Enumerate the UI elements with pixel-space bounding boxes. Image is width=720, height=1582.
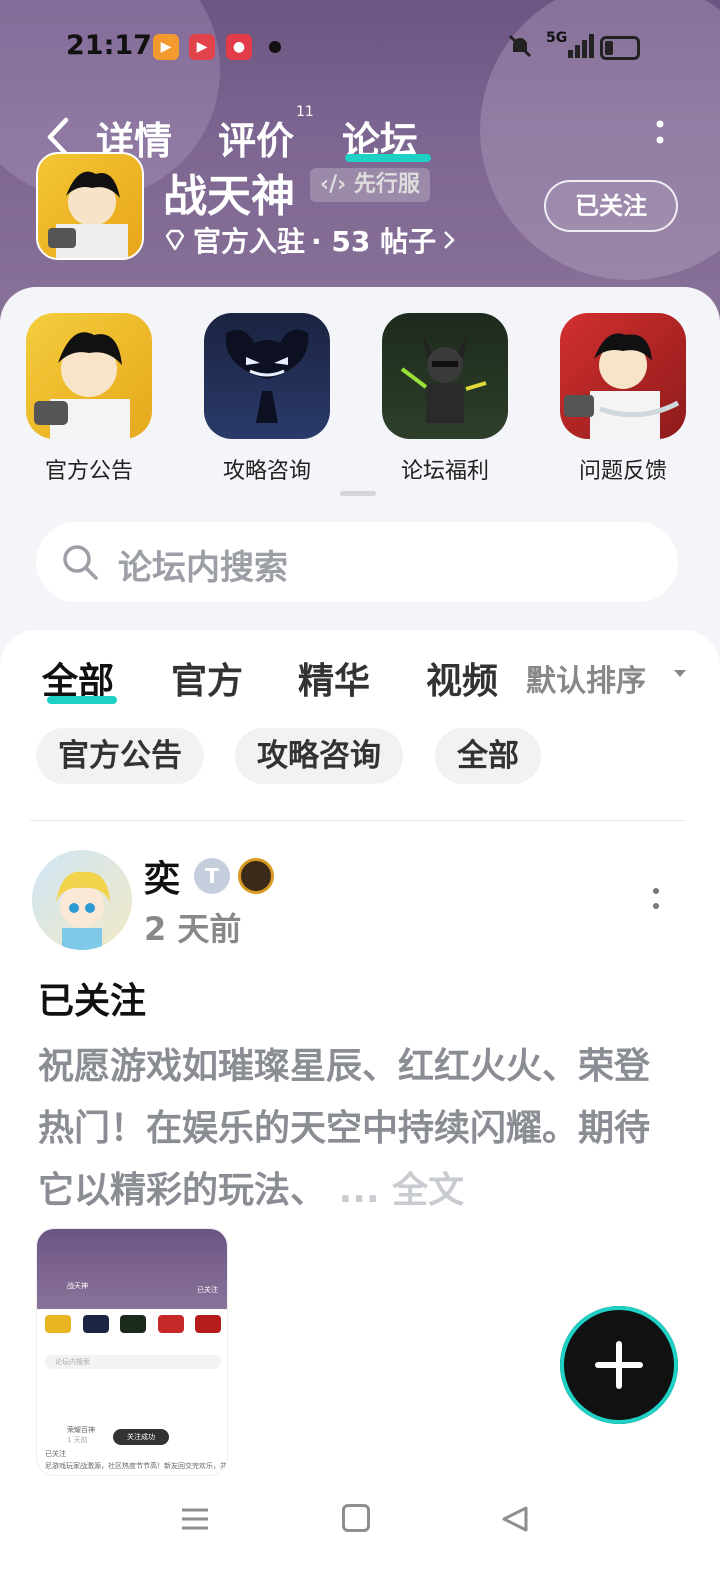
gamepad-badge-icon: [238, 858, 274, 894]
game-icon: [36, 152, 144, 260]
post-image-thumbnail[interactable]: 战天神 已关注 论坛内搜索 荣耀百神 1 天前 关注成功 已关注 尼游戏玩家战激…: [36, 1228, 228, 1476]
system-navigation-bar: [0, 1480, 720, 1582]
more-options-icon[interactable]: [654, 118, 666, 150]
shadow-demon-icon: [204, 313, 330, 439]
sort-dropdown[interactable]: 默认排序: [526, 656, 646, 700]
thumbnail-shortcuts: [45, 1315, 221, 1333]
post-author[interactable]: 奕: [144, 850, 180, 902]
status-bar: 21:17 ▶ ▶ ● 5G: [0, 26, 720, 70]
code-icon: ‹/›: [320, 172, 347, 197]
page-indicator: [340, 491, 376, 496]
official-label: 官方入驻: [193, 225, 306, 258]
forum-search-input[interactable]: 论坛内搜索: [36, 522, 678, 602]
shortcut-strategy-consult[interactable]: 攻略咨询: [204, 313, 330, 485]
back-triangle-icon[interactable]: [500, 1504, 530, 1534]
feed-tab-video[interactable]: 视频: [426, 652, 498, 704]
caret-down-icon: [674, 670, 686, 677]
search-placeholder: 论坛内搜索: [118, 548, 288, 588]
shortcut-official-announcement[interactable]: 官方公告: [26, 313, 152, 485]
thumbnail-header: [37, 1229, 227, 1309]
divider: [30, 820, 686, 821]
post-body[interactable]: 祝愿游戏如璀璨星辰、红红火火、荣登热门！在娱乐的天空中持续闪耀。期待它以精彩的玩…: [38, 1036, 678, 1222]
avatar[interactable]: [32, 850, 132, 950]
read-full-link[interactable]: 全文: [392, 1170, 464, 1211]
posts-count: · 53 帖子: [311, 225, 437, 258]
feedback-character-icon: [560, 313, 686, 439]
announcement-character-icon: [26, 313, 152, 439]
create-post-button[interactable]: [560, 1306, 678, 1424]
toast: 关注成功: [113, 1429, 169, 1445]
official-info-row[interactable]: 官方入驻 · 53 帖子: [163, 220, 456, 260]
video-app-icon: ▶: [189, 34, 215, 60]
active-tab-indicator: [345, 154, 431, 162]
post-more-icon[interactable]: [651, 886, 661, 912]
filter-chip-strategy-consult[interactable]: 攻略咨询: [235, 728, 403, 784]
feed-tab-indicator: [47, 696, 117, 704]
recent-apps-icon[interactable]: [180, 1504, 210, 1534]
feed-tab-official[interactable]: 官方: [171, 652, 243, 704]
filter-chip-all[interactable]: 全部: [435, 728, 541, 784]
plus-icon: [595, 1341, 643, 1389]
forum-feed: 全部 官方 精华 视频 默认排序 官方公告 攻略咨询 全部 奕 T 2 天前 已…: [0, 630, 720, 1582]
bilibili-app-icon: ▶: [153, 34, 179, 60]
ninja-character-icon: [382, 313, 508, 439]
preview-server-tag: ‹/› 先行服: [310, 168, 430, 202]
shortcut-issue-feedback[interactable]: 问题反馈: [560, 313, 686, 485]
level-badge: T: [194, 858, 230, 894]
status-time: 21:17: [66, 30, 152, 61]
feed-tab-featured[interactable]: 精华: [298, 652, 370, 704]
battery-icon: [600, 36, 640, 60]
post-ellipsis: ...: [338, 1170, 380, 1211]
shortcut-forum-benefits[interactable]: 论坛福利: [382, 313, 508, 485]
signal-icon: [568, 34, 594, 58]
reviews-count-badge: 11: [296, 104, 314, 120]
chevron-right-icon: [444, 231, 455, 249]
game-name: 战天神: [163, 171, 295, 222]
post-time: 2 天前: [144, 910, 242, 948]
forum-header: 21:17 ▶ ▶ ● 5G 详情 评价 11 论坛 战天神 ‹/› 先行服 官…: [0, 0, 720, 330]
home-icon[interactable]: [342, 1504, 370, 1532]
mute-icon: [508, 34, 532, 58]
kuaishou-app-icon: ●: [226, 34, 252, 60]
filter-chip-official-announcement[interactable]: 官方公告: [36, 728, 204, 784]
notification-dot: [269, 41, 281, 53]
search-icon: [63, 545, 98, 580]
diamond-icon: [165, 229, 185, 251]
network-type: 5G: [546, 30, 568, 46]
follow-button[interactable]: 已关注: [544, 180, 678, 232]
post-title[interactable]: 已关注: [38, 972, 146, 1024]
tab-reviews[interactable]: 评价: [218, 110, 294, 165]
